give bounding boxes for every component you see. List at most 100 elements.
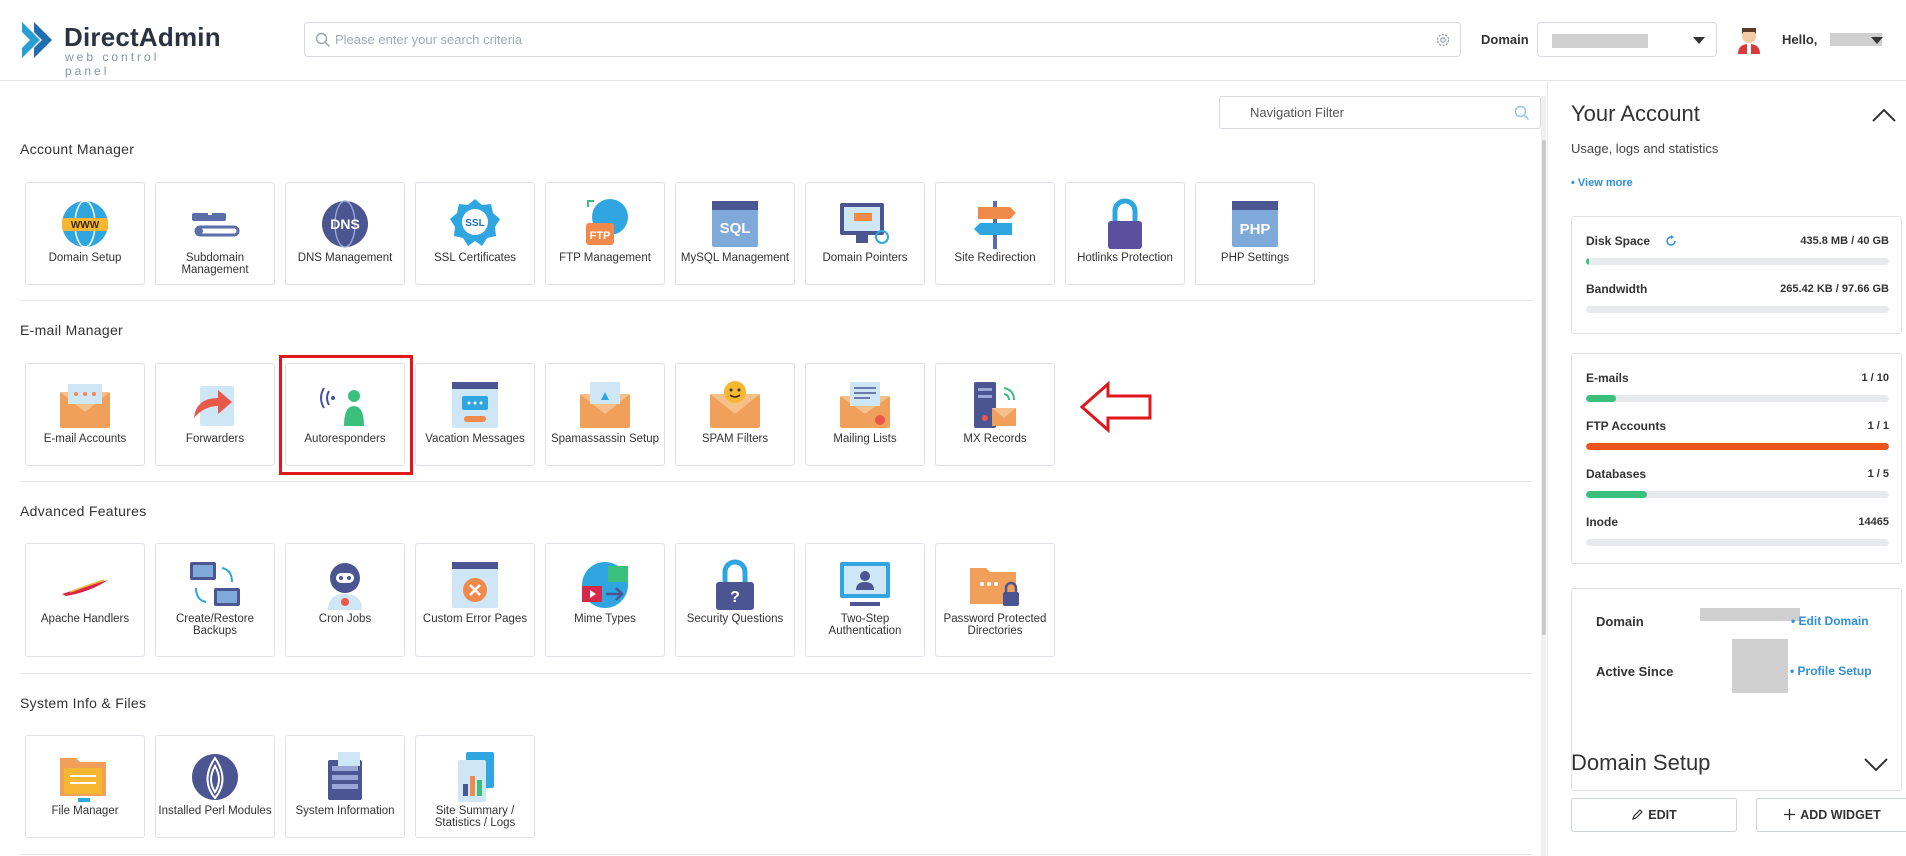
domain-select[interactable] [1537, 22, 1717, 57]
edit-button-label: EDIT [1648, 808, 1677, 822]
tile-subdomain-management[interactable]: Subdomain Management [155, 182, 275, 285]
chevron-up-icon[interactable] [1872, 108, 1896, 122]
databases-label: Databases [1586, 467, 1647, 481]
tile-cron-jobs[interactable]: Cron Jobs [285, 543, 405, 657]
tile-label: DNS Management [297, 252, 393, 264]
highlight-box [279, 355, 413, 475]
user-menu-chevron-icon[interactable] [1871, 37, 1883, 44]
svg-text:DNS: DNS [330, 216, 360, 232]
sql-window-icon: SQL [712, 201, 758, 247]
tile-label: MX Records [963, 433, 1027, 445]
statistics-report-icon [458, 752, 494, 802]
ftp-accounts-bar [1586, 443, 1889, 450]
tile-domain-setup[interactable]: WWW Domain Setup [25, 182, 145, 285]
server-mail-icon [974, 382, 1016, 428]
emails-bar-fill [1586, 395, 1617, 402]
tile-php-settings[interactable]: PHP PHP Settings [1195, 182, 1315, 285]
usage-card: Disk Space 435.8 MB / 40 GB Bandwidth 26… [1571, 216, 1902, 334]
avatar[interactable] [1736, 26, 1762, 54]
view-more-link[interactable]: • View more [1571, 177, 1633, 189]
refresh-icon[interactable] [1665, 235, 1677, 247]
plus-icon [1784, 809, 1796, 820]
tile-apache-handlers[interactable]: Apache Handlers [25, 543, 145, 657]
bandwidth-label: Bandwidth [1586, 282, 1648, 296]
tile-label: Domain Setup [48, 252, 122, 264]
tile-vacation-messages[interactable]: Vacation Messages [415, 363, 535, 466]
tile-spamassassin-setup[interactable]: Spamassassin Setup [545, 363, 665, 466]
tile-system-information[interactable]: System Information [285, 735, 405, 838]
search-icon [315, 32, 330, 47]
tile-label: Custom Error Pages [422, 613, 528, 625]
domain-label: Domain [1481, 32, 1529, 47]
tile-mx-records[interactable]: MX Records [935, 363, 1055, 466]
tile-label: Forwarders [185, 433, 245, 445]
tile-ssl-certificates[interactable]: SSL SSL Certificates [415, 182, 535, 285]
tile-site-redirection[interactable]: Site Redirection [935, 182, 1055, 285]
gear-icon[interactable] [1434, 31, 1452, 49]
bandwidth-value: 265.42 KB / 97.66 GB [1780, 283, 1889, 295]
svg-text:SQL: SQL [720, 220, 751, 237]
tile-forwarders[interactable]: Forwarders [155, 363, 275, 466]
tile-file-manager[interactable]: File Manager [25, 735, 145, 838]
section-title-email-manager: E-mail Manager [20, 322, 124, 338]
envelope-icon [60, 384, 110, 428]
ftp-globe-icon: FTP [586, 199, 628, 245]
tile-label: Installed Perl Modules [158, 805, 272, 817]
tile-installed-perl-modules[interactable]: Installed Perl Modules [155, 735, 275, 838]
tile-spam-filters[interactable]: SPAM Filters [675, 363, 795, 466]
pencil-icon [1632, 809, 1644, 820]
authentication-monitor-icon [840, 562, 890, 606]
logo[interactable]: DirectAdmin web control panel [20, 20, 221, 78]
tile-label: Vacation Messages [425, 433, 525, 445]
tile-ftp-management[interactable]: FTP FTP Management [545, 182, 665, 285]
tile-label: Create/Restore Backups [176, 613, 254, 637]
navigation-filter[interactable] [1219, 96, 1541, 129]
ftp-accounts-bar-fill [1586, 443, 1889, 450]
tile-label: E-mail Accounts [43, 433, 127, 445]
chevron-down-icon[interactable] [1864, 758, 1888, 772]
tile-mailing-lists[interactable]: Mailing Lists [805, 363, 925, 466]
global-search[interactable] [304, 22, 1461, 57]
edit-button[interactable]: EDIT [1571, 798, 1737, 832]
svg-text:?: ? [730, 589, 740, 606]
logo-name: DirectAdmin [64, 22, 221, 52]
tile-site-summary[interactable]: Site Summary / Statistics / Logs [415, 735, 535, 838]
domain-name-redacted [1700, 608, 1800, 621]
profile-setup-link[interactable]: • Profile Setup [1790, 664, 1872, 678]
tile-domain-pointers[interactable]: Domain Pointers [805, 182, 925, 285]
navigation-filter-input[interactable] [1250, 97, 1500, 128]
section-divider [20, 673, 1533, 674]
tile-label: SPAM Filters [701, 433, 769, 445]
tile-label: Hotlinks Protection [1077, 252, 1173, 264]
domain-value-redacted [1552, 34, 1648, 48]
tile-label: Password Protected Directories [943, 613, 1047, 637]
tile-password-protected-directories[interactable]: Password Protected Directories [935, 543, 1055, 657]
search-input[interactable] [335, 23, 1415, 56]
tile-label: System Information [295, 805, 395, 817]
tile-label: Site Redirection [954, 252, 1036, 264]
tile-mysql-management[interactable]: SQL MySQL Management [675, 182, 795, 285]
tile-label: Mime Types [574, 613, 636, 625]
user-greeting: Hello, [1782, 32, 1818, 47]
add-widget-button[interactable]: ADD WIDGET [1756, 798, 1906, 832]
perl-onion-icon [192, 754, 238, 800]
php-window-icon: PHP [1232, 201, 1278, 247]
tile-email-accounts[interactable]: E-mail Accounts [25, 363, 145, 466]
error-page-icon [452, 562, 498, 608]
section-title-account-manager: Account Manager [20, 141, 135, 157]
edit-domain-link[interactable]: • Edit Domain [1791, 614, 1869, 628]
tile-dns-management[interactable]: DNS DNS Management [285, 182, 405, 285]
tile-two-step-authentication[interactable]: Two-Step Authentication [805, 543, 925, 657]
svg-text:SSL: SSL [465, 218, 484, 229]
tile-mime-types[interactable]: Mime Types [545, 543, 665, 657]
databases-bar [1586, 491, 1889, 498]
tile-create-restore-backups[interactable]: Create/Restore Backups [155, 543, 275, 657]
backup-monitors-icon [190, 562, 240, 606]
tile-security-questions[interactable]: ? Security Questions [675, 543, 795, 657]
scrollbar-thumb[interactable] [1542, 140, 1546, 635]
tile-hotlinks-protection[interactable]: Hotlinks Protection [1065, 182, 1185, 285]
emails-value: 1 / 10 [1861, 372, 1889, 384]
disk-space-bar [1586, 258, 1889, 265]
active-since-redacted [1732, 639, 1788, 693]
tile-custom-error-pages[interactable]: Custom Error Pages [415, 543, 535, 657]
